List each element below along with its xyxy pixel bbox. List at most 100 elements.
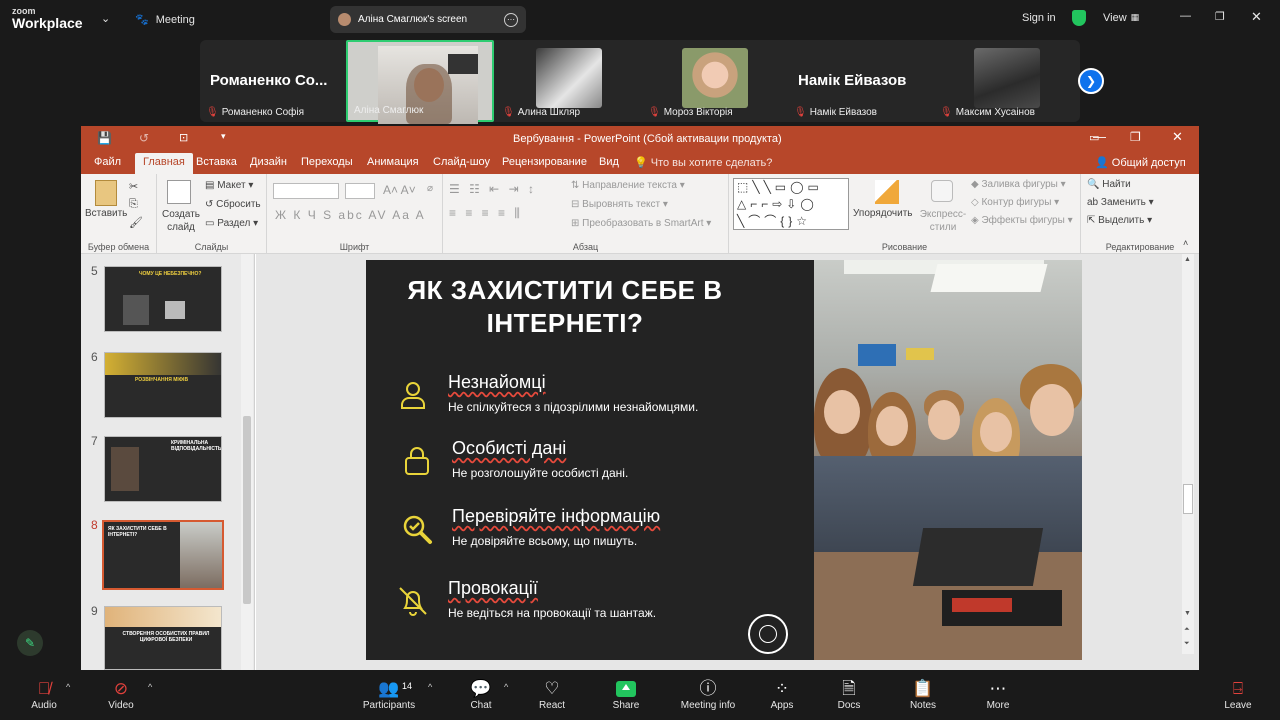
slide-thumbnail[interactable]: ЧОМУ ЦЕ НЕБЕЗПЕЧНО? — [104, 266, 222, 332]
meeting-menu[interactable]: 🐾 Meeting — [135, 13, 195, 27]
section-button[interactable]: ▭ Раздел ▾ — [205, 218, 258, 229]
font-name-input[interactable] — [273, 183, 339, 199]
minimize-icon[interactable]: — — [1180, 10, 1191, 22]
save-icon[interactable]: 💾 — [97, 131, 112, 145]
smartart-button[interactable]: ⊞ Преобразовать в SmartArt ▾ — [571, 218, 711, 229]
section-label: Раздел — [217, 218, 251, 229]
cut-icon[interactable]: ✂ — [129, 180, 138, 193]
copy-icon[interactable]: ⎘ — [129, 198, 138, 211]
tell-me-box[interactable]: 💡 Что вы хотите сделать? — [634, 156, 772, 169]
leave-icon: ⍈ — [1232, 679, 1244, 698]
scrollbar-thumb[interactable] — [243, 416, 251, 604]
font-format-buttons[interactable]: Ж К Ч S abc AV Aa A — [275, 208, 426, 222]
replace-button[interactable]: ab Заменить ▾ — [1087, 197, 1154, 208]
customize-icon[interactable]: ▾ — [221, 131, 226, 142]
shield-icon[interactable] — [1072, 10, 1086, 26]
tab-animations[interactable]: Анимация — [367, 156, 419, 168]
screen-share-indicator[interactable]: Аліна Смаглюк's screen ··· — [330, 6, 526, 33]
arrange-icon[interactable] — [875, 180, 899, 204]
current-slide[interactable]: ЯК ЗАХИСТИТИ СЕБЕ В ІНТЕРНЕТІ? Незнайомц… — [366, 260, 1082, 660]
align-text-button[interactable]: ⊟ Выровнять текст ▾ — [571, 199, 668, 210]
item-text: Не довіряйте всьому, що пишуть. — [452, 534, 638, 548]
tab-insert[interactable]: Вставка — [196, 156, 237, 168]
participant-name: Алина Шкляр — [517, 107, 581, 118]
apps-button[interactable]: ⁘ Apps — [747, 678, 817, 711]
new-slide-icon[interactable] — [167, 180, 191, 204]
slideshow-icon[interactable]: ⊡ — [179, 131, 188, 144]
ppt-minimize[interactable]: — — [1093, 129, 1106, 144]
thumbnails-scrollbar[interactable] — [241, 254, 253, 670]
undo-icon[interactable]: ↺ — [139, 131, 149, 145]
annotate-pen-icon[interactable]: ✎ — [17, 630, 43, 656]
item-text: Не ведіться на провокації та шантаж. — [448, 606, 657, 620]
tab-file[interactable]: Файл — [94, 156, 121, 168]
slide-thumbnail[interactable]: КРИМІНАЛЬНА ВІДПОВІДАЛЬНІСТЬ — [104, 436, 222, 502]
tab-view[interactable]: Вид — [599, 156, 619, 168]
participant-name: Намік Ейвазов — [809, 107, 877, 118]
share-screen-button[interactable]: Share — [591, 678, 661, 711]
sign-in-button[interactable]: Sign in — [1022, 12, 1056, 24]
share-button[interactable]: 👤 Общий доступ — [1095, 156, 1186, 169]
notes-button[interactable]: 📋 Notes — [888, 678, 958, 711]
participant-tile[interactable]: 🎙 Максим Хусаінов — [934, 40, 1080, 122]
slide-thumbnail[interactable]: СТВОРЕННЯ ОСОБИСТИХ ПРАВИЛ ЦИФРОВОЇ БЕЗП… — [104, 606, 222, 670]
shape-outline-button[interactable]: ◇ Контур фигуры ▾ — [971, 197, 1059, 208]
close-icon[interactable]: ✕ — [1251, 9, 1262, 25]
tab-review[interactable]: Рецензирование — [502, 156, 587, 168]
participant-tile[interactable]: Намік Ейвазов 🎙 Намік Ейвазов — [788, 40, 934, 122]
scrollbar-thumb[interactable] — [1183, 484, 1193, 514]
shape-fill-button[interactable]: ◆ Заливка фигуры ▾ — [971, 179, 1066, 190]
shape-effects-button[interactable]: ◈ Эффекты фигуры ▾ — [971, 215, 1073, 226]
clear-format-icon[interactable]: ⌀ — [427, 183, 433, 194]
quick-styles-button[interactable]: Экспресс-стили — [919, 208, 967, 234]
format-painter-icon[interactable]: 🖌 — [129, 216, 143, 229]
slide-thumbnail-current[interactable]: ЯК ЗАХИСТИТИ СЕБЕ В ІНТЕРНЕТІ? — [102, 520, 224, 590]
slide-thumbnail[interactable]: РОЗВІНЧАННЯ МІФІВ — [104, 352, 222, 418]
participant-tile[interactable]: 🎙 Мороз Вікторія — [642, 40, 788, 122]
react-button[interactable]: ♡ React — [517, 678, 587, 711]
participant-tile[interactable]: 🎙 Алина Шкляр — [496, 40, 642, 122]
video-button[interactable]: ⊘ Video — [86, 678, 156, 711]
collapse-ribbon-icon[interactable]: ˄ — [1183, 238, 1188, 248]
audio-options-chevron[interactable]: ^ — [66, 682, 70, 692]
ppt-close-icon[interactable]: ✕ — [1172, 129, 1183, 145]
more-options-icon[interactable]: ··· — [504, 12, 518, 27]
tab-home[interactable]: Главная — [135, 153, 193, 174]
participant-tile[interactable]: Романенко Со... 🎙 Романенко Софія — [200, 40, 346, 122]
video-options-chevron[interactable]: ^ — [148, 682, 152, 692]
editor-scrollbar[interactable]: ▲ ▼ ⏶ ⏷ — [1182, 254, 1194, 654]
select-button[interactable]: ⇱ Выделить ▾ — [1087, 215, 1152, 226]
next-participants-button[interactable]: ❯ — [1078, 68, 1104, 94]
restore-icon[interactable]: ❐ — [1215, 10, 1225, 23]
tab-slideshow[interactable]: Слайд-шоу — [433, 156, 490, 168]
new-slide-button[interactable]: Создать слайд — [161, 208, 201, 234]
view-button[interactable]: View ▦ — [1103, 12, 1139, 24]
text-direction-button[interactable]: ⇅ Направление текста ▾ — [571, 180, 685, 191]
align-buttons[interactable]: ≡ ≡ ≡ ≡ ⫼ — [449, 206, 523, 221]
meeting-info-button[interactable]: ⓘ Meeting info — [673, 678, 743, 711]
leave-button[interactable]: ⍈ Leave — [1203, 678, 1273, 711]
font-size-input[interactable] — [345, 183, 375, 199]
participants-options-chevron[interactable]: ^ — [428, 682, 432, 692]
participant-name-tag: Аліна Смаглюк — [354, 105, 423, 116]
chevron-down-icon[interactable]: ⌄ — [101, 12, 110, 25]
ppt-restore-icon[interactable]: ❐ — [1130, 130, 1141, 144]
participants-button[interactable]: 👥 Participants — [353, 678, 425, 711]
paste-icon[interactable] — [95, 180, 117, 206]
docs-button[interactable]: 🗎 Docs — [814, 678, 884, 711]
shapes-gallery[interactable]: ⬚╲╲▭◯▭ △⌐⌐⇨⇩◯ ╲⌒⌒{}☆ — [733, 178, 849, 230]
participant-tile-active[interactable]: Аліна Смаглюк — [346, 40, 494, 124]
arrange-button[interactable]: Упорядочить — [853, 208, 913, 219]
reset-button[interactable]: ↺ Сбросить — [205, 199, 261, 210]
paste-button[interactable]: Вставить — [85, 208, 127, 219]
chat-options-chevron[interactable]: ^ — [504, 682, 508, 692]
tab-design[interactable]: Дизайн — [250, 156, 287, 168]
quick-styles-icon[interactable] — [931, 180, 953, 202]
find-button[interactable]: 🔍 Найти — [1087, 179, 1131, 190]
list-buttons[interactable]: ☰ ☷ ⇤ ⇥ ↕ — [449, 182, 537, 196]
grow-font-icon[interactable]: A˄ A˅ — [383, 183, 416, 197]
item-heading: Особисті дані — [452, 438, 567, 458]
tab-transitions[interactable]: Переходы — [301, 156, 353, 168]
layout-button[interactable]: ▤ Макет ▾ — [205, 180, 253, 191]
more-button[interactable]: ⋯ More — [963, 678, 1033, 711]
